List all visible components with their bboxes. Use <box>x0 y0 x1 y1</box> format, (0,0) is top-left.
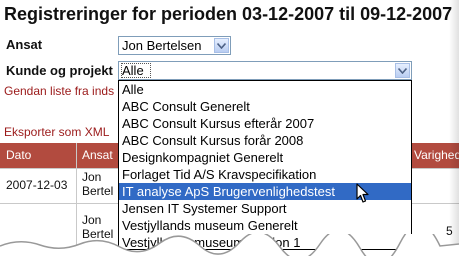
option-abc-kursus-efteraar[interactable]: ABC Consult Kursus efterår 2007 <box>119 115 411 132</box>
header-dato[interactable]: Dato <box>6 148 31 162</box>
option-abc-generelt[interactable]: ABC Consult Generelt <box>119 98 411 115</box>
page-title: Registreringer for perioden 03-12-2007 t… <box>4 4 453 24</box>
option-designkompagniet[interactable]: Designkompagniet Generelt <box>119 149 411 166</box>
mouse-pointer-icon <box>356 183 369 203</box>
ansat-select-button[interactable] <box>214 38 229 53</box>
kunde-label: Kunde og projekt <box>6 63 113 78</box>
option-alle[interactable]: Alle <box>119 81 411 98</box>
chevron-down-icon <box>398 67 407 74</box>
restore-list-link[interactable]: Gendan liste fra inds <box>4 84 114 98</box>
option-vestjyllands-generelt[interactable]: Vestjyllands museum Generelt <box>119 217 411 234</box>
kunde-select-button[interactable] <box>395 63 410 78</box>
chevron-down-icon <box>217 42 226 49</box>
option-abc-kursus-foraar[interactable]: ABC Consult Kursus forår 2008 <box>119 132 411 149</box>
export-xml-link[interactable]: Eksporter som XML <box>4 125 109 139</box>
ansat-label: Ansat <box>6 37 43 52</box>
option-forlaget-tid[interactable]: Forlaget Tid A/S Kravspecifikation <box>119 166 411 183</box>
kunde-select[interactable]: Alle <box>118 61 412 80</box>
row1-dato: 2007-12-03 <box>6 178 68 192</box>
registration-page: Registreringer for perioden 03-12-2007 t… <box>0 0 459 256</box>
row1-ansat: Jon Bertel <box>82 170 114 198</box>
kunde-dropdown-list[interactable]: Alle ABC Consult Generelt ABC Consult Ku… <box>118 80 412 250</box>
kunde-select-value: Alle <box>122 63 144 78</box>
ansat-select[interactable]: Jon Bertelsen <box>118 36 231 55</box>
torn-edge-decoration <box>0 234 459 256</box>
ansat-select-value: Jon Bertelsen <box>122 38 202 53</box>
page-shadow <box>449 0 459 256</box>
header-ansat[interactable]: Ansat <box>82 148 113 162</box>
